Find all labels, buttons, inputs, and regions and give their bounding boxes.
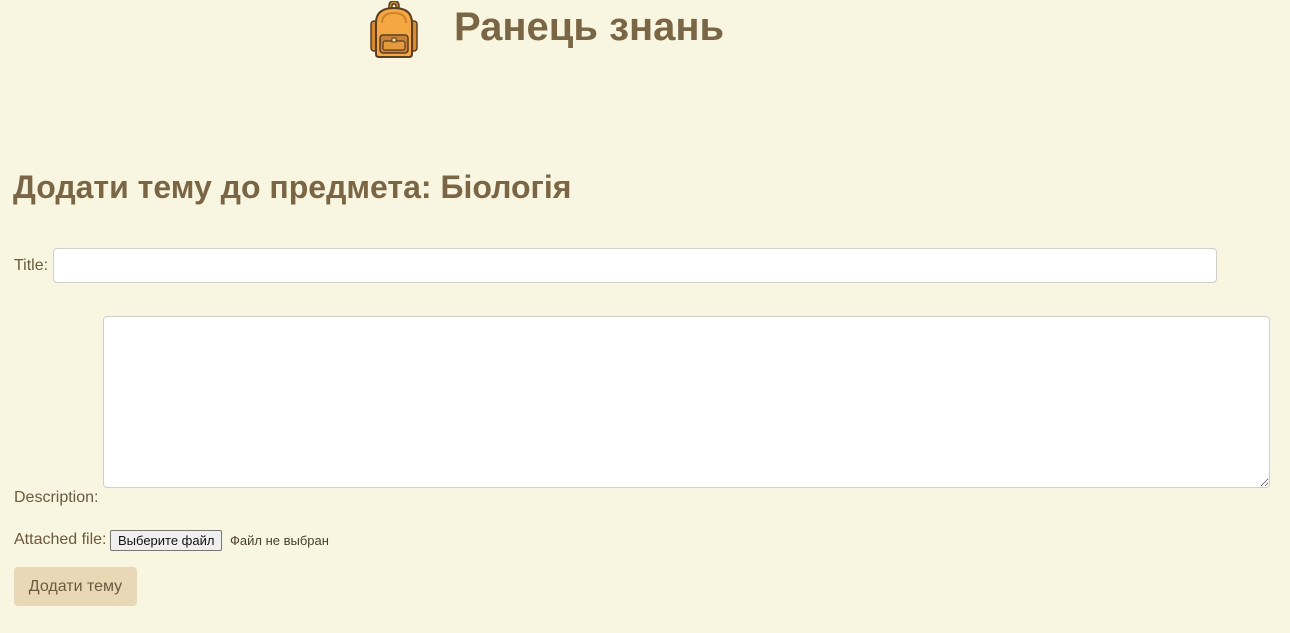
- attached-file-label: Attached file:: [14, 531, 107, 548]
- description-textarea[interactable]: [103, 316, 1270, 488]
- page-title: Додати тему до предмета: Біологія: [13, 169, 572, 205]
- add-topic-button[interactable]: Додати тему: [14, 567, 137, 606]
- site-header: Ранець знань: [368, 0, 724, 60]
- file-status-text: Файл не выбран: [230, 533, 329, 548]
- title-input[interactable]: [53, 248, 1217, 283]
- title-label: Title:: [14, 257, 49, 274]
- site-title: Ранець знань: [454, 5, 725, 49]
- description-label: Description:: [14, 489, 99, 506]
- choose-file-button[interactable]: Выберите файл: [110, 530, 223, 551]
- backpack-icon[interactable]: [368, 1, 420, 59]
